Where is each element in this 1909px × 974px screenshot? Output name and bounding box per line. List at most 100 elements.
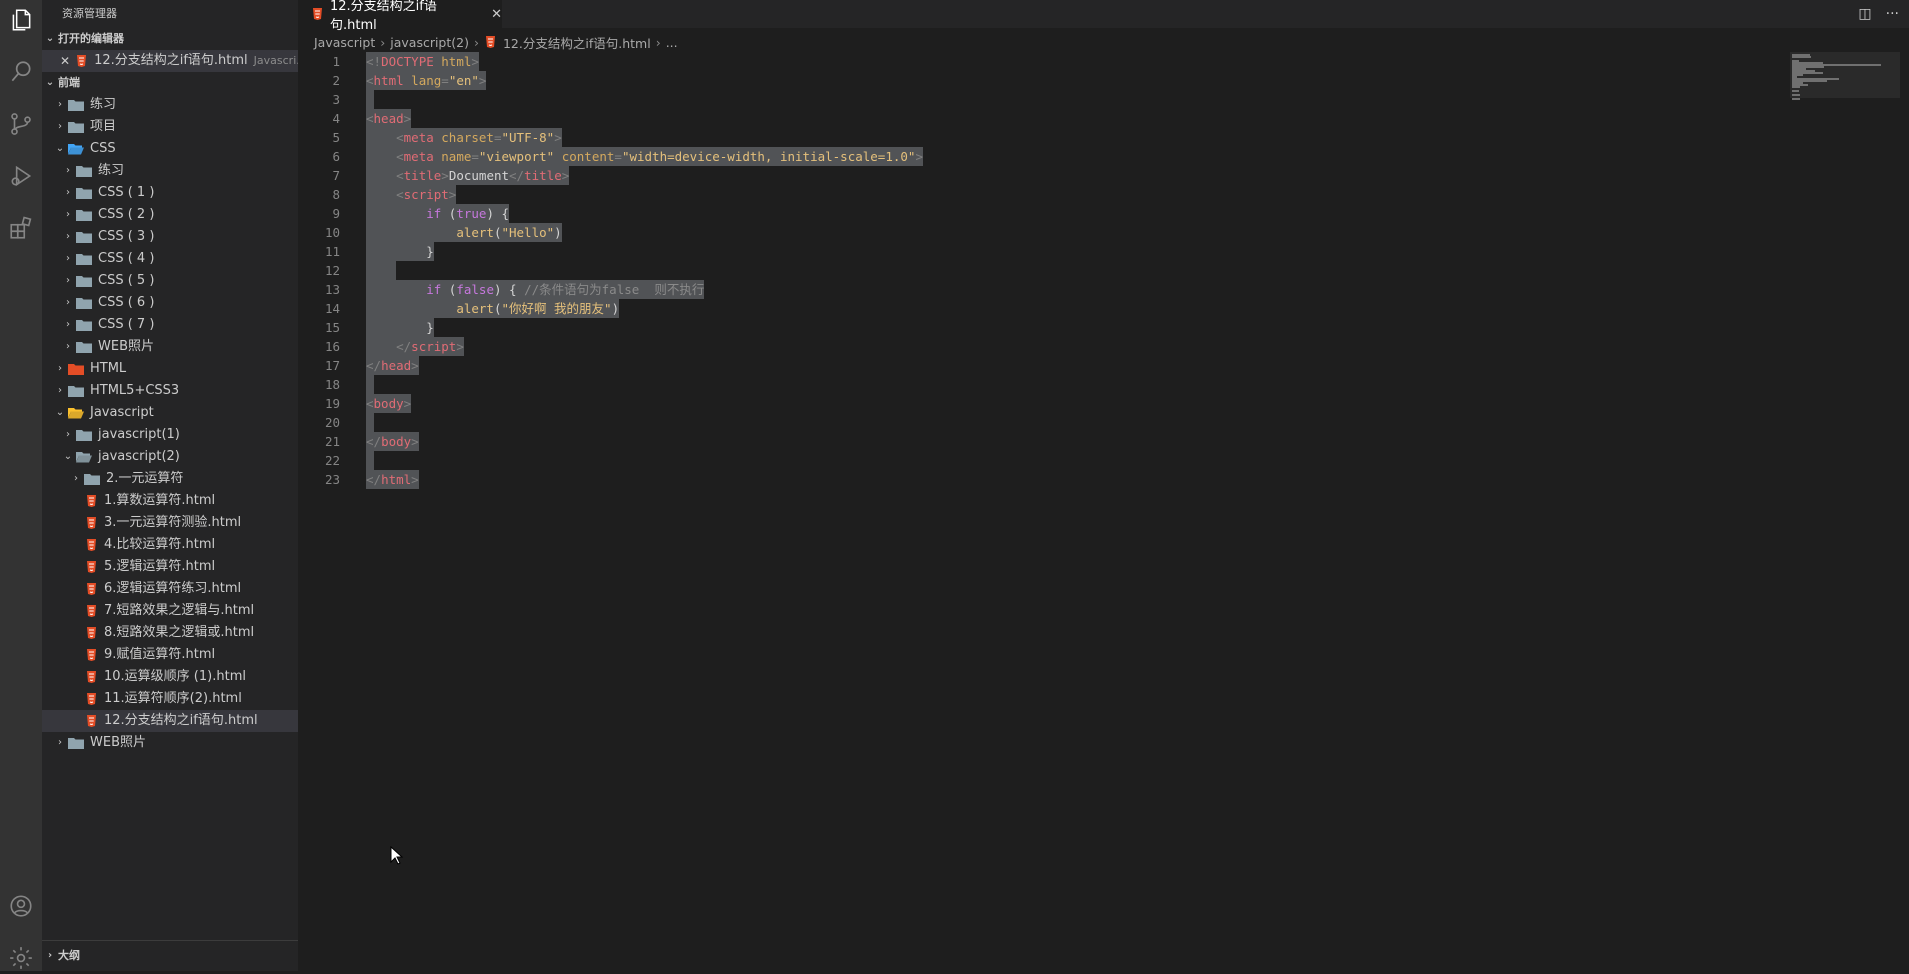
- folder-item[interactable]: › 练习: [42, 160, 298, 182]
- tab-close-icon[interactable]: ✕: [491, 7, 502, 22]
- code-token: >: [403, 396, 412, 411]
- breadcrumb-item[interactable]: ...: [666, 35, 678, 50]
- extensions-icon[interactable]: [5, 212, 37, 244]
- file-item[interactable]: 11.运算符顺序(2).html: [42, 688, 298, 710]
- folder-item[interactable]: › HTML5+CSS3: [42, 380, 298, 402]
- folder-item[interactable]: ⌄ Javascript: [42, 402, 298, 424]
- settings-gear-icon[interactable]: [5, 942, 37, 974]
- code-token: true: [456, 206, 487, 221]
- line-number: 11: [324, 244, 340, 259]
- run-debug-icon[interactable]: [5, 160, 37, 192]
- folder-item[interactable]: › 2.一元运算符: [42, 468, 298, 490]
- file-item[interactable]: 5.逻辑运算符.html: [42, 556, 298, 578]
- file-item[interactable]: 7.短路效果之逻辑与.html: [42, 600, 298, 622]
- file-item[interactable]: 8.短路效果之逻辑或.html: [42, 622, 298, 644]
- code-token: "Hello": [501, 225, 555, 240]
- code-token: =: [471, 149, 479, 164]
- code-text: if (true) {: [366, 204, 510, 223]
- code-text: </head>: [366, 356, 419, 375]
- code-token: script: [403, 187, 449, 202]
- chevron-right-icon: ›: [58, 121, 62, 132]
- folder-icon: [68, 99, 84, 111]
- outline-label: 大纲: [58, 949, 80, 962]
- folder-item[interactable]: › 练习: [42, 94, 298, 116]
- tree-item-label: CSS ( 3 ): [98, 229, 155, 244]
- code-line: 7 <title>Document</title>: [298, 166, 1788, 185]
- file-item[interactable]: 1.算数运算符.html: [42, 490, 298, 512]
- folder-item[interactable]: › CSS ( 6 ): [42, 292, 298, 314]
- code-token: >: [411, 472, 419, 487]
- tab-active-file[interactable]: 12.分支结构之if语句.html ✕: [298, 0, 502, 33]
- html-file-icon: [84, 494, 98, 508]
- code-token: ) {: [486, 206, 510, 221]
- code-token: }: [366, 244, 434, 259]
- folder-icon: [76, 429, 92, 441]
- tree-item-label: 4.比较运算符.html: [104, 537, 216, 552]
- html-file-icon: [484, 35, 498, 49]
- open-editor-desc: Javascri...: [253, 54, 298, 67]
- file-item[interactable]: 12.分支结构之if语句.html: [42, 710, 298, 732]
- code-token: >: [441, 168, 449, 183]
- breadcrumb-item[interactable]: javascript(2): [390, 35, 469, 50]
- close-icon[interactable]: ✕: [60, 50, 70, 72]
- folder-item[interactable]: › 项目: [42, 116, 298, 138]
- html-file-icon: [84, 626, 98, 640]
- html-file-icon: [310, 7, 324, 21]
- split-editor-icon[interactable]: ◫: [1858, 6, 1871, 22]
- code-token: if: [426, 282, 442, 297]
- folder-item[interactable]: › WEB照片: [42, 336, 298, 358]
- code-line: 20: [298, 413, 1788, 432]
- source-control-icon[interactable]: [5, 108, 37, 140]
- explorer-icon[interactable]: [5, 4, 37, 36]
- breadcrumb-item[interactable]: Javascript: [314, 35, 375, 50]
- chevron-right-icon: ›: [66, 275, 70, 286]
- folder-item[interactable]: › CSS ( 4 ): [42, 248, 298, 270]
- code-line: 5 <meta charset="UTF-8">: [298, 128, 1788, 147]
- folder-item[interactable]: ⌄ javascript(2): [42, 446, 298, 468]
- code-token: <: [366, 396, 374, 411]
- code-text: [366, 90, 374, 109]
- code-token: head: [381, 358, 412, 373]
- folder-icon: [76, 231, 92, 243]
- outline-section[interactable]: › 大纲: [42, 940, 298, 971]
- folder-item[interactable]: › javascript(1): [42, 424, 298, 446]
- file-item[interactable]: 9.赋值运算符.html: [42, 644, 298, 666]
- file-item[interactable]: 10.运算级顺序 (1).html: [42, 666, 298, 688]
- outline-header[interactable]: › 大纲: [42, 941, 298, 971]
- code-token: meta: [403, 130, 434, 145]
- folder-item[interactable]: › CSS ( 1 ): [42, 182, 298, 204]
- tree-item-label: 3.一元运算符测验.html: [104, 515, 242, 530]
- minimap[interactable]: [1790, 52, 1900, 100]
- code-token: </: [509, 168, 525, 183]
- breadcrumb-item[interactable]: 12.分支结构之if语句.html: [503, 33, 651, 52]
- folder-item[interactable]: › CSS ( 3 ): [42, 226, 298, 248]
- html-file-icon: [84, 692, 98, 706]
- line-number: 2: [332, 73, 340, 88]
- file-item[interactable]: 3.一元运算符测验.html: [42, 512, 298, 534]
- folder-item[interactable]: › CSS ( 5 ): [42, 270, 298, 292]
- folder-item[interactable]: › HTML: [42, 358, 298, 380]
- account-icon[interactable]: [5, 890, 37, 922]
- file-item[interactable]: 6.逻辑运算符练习.html: [42, 578, 298, 600]
- code-text: </body>: [366, 432, 419, 451]
- folder-item[interactable]: › CSS ( 2 ): [42, 204, 298, 226]
- search-icon[interactable]: [5, 56, 37, 88]
- open-editor-item[interactable]: ✕ 12.分支结构之if语句.html Javascri...: [42, 50, 298, 72]
- workspace-header[interactable]: ⌄ 前端: [42, 72, 298, 94]
- line-number: 16: [324, 339, 340, 354]
- folder-item[interactable]: ⌄ CSS: [42, 138, 298, 160]
- line-number: 1: [332, 54, 340, 69]
- file-item[interactable]: 4.比较运算符.html: [42, 534, 298, 556]
- folder-icon: [68, 121, 84, 133]
- chevron-right-icon: ›: [66, 209, 70, 220]
- folder-item[interactable]: › CSS ( 7 ): [42, 314, 298, 336]
- folder-item[interactable]: › WEB照片: [42, 732, 298, 754]
- more-actions-icon[interactable]: ···: [1886, 6, 1899, 22]
- open-editors-header[interactable]: ⌄ 打开的编辑器: [42, 28, 298, 50]
- line-number: 12: [324, 263, 340, 278]
- code-editor[interactable]: 1 <!DOCTYPE html> 2 <html lang="en"> 3 4 <hea…: [298, 52, 1788, 971]
- chevron-right-icon: ›: [66, 253, 70, 264]
- line-number: 21: [324, 434, 340, 449]
